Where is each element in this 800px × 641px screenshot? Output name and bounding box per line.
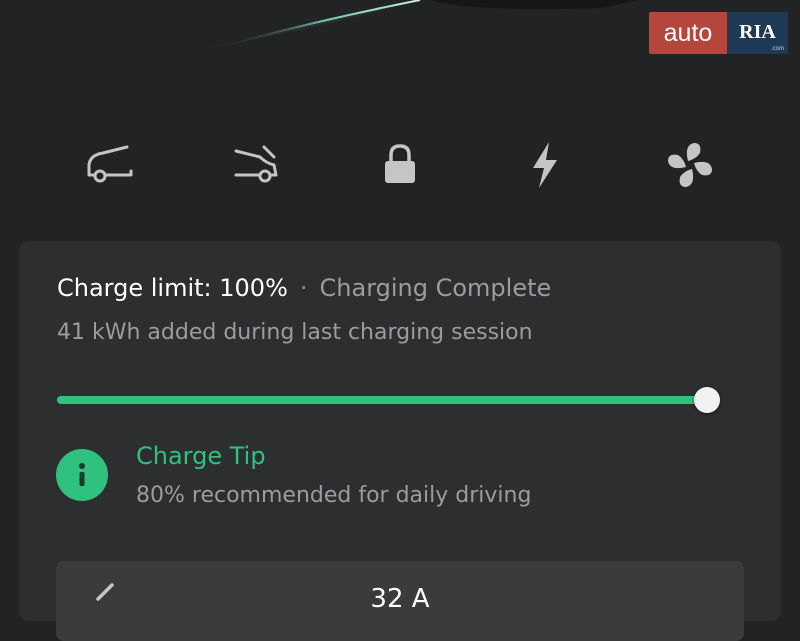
open-frunk-button[interactable] — [75, 130, 145, 200]
slider-thumb[interactable] — [694, 387, 720, 413]
watermark-ria-text: RIA — [739, 21, 776, 43]
slider-track — [57, 396, 707, 404]
vehicle-image-area: auto RIA .com — [0, 0, 800, 60]
charge-tip-title: Charge Tip — [136, 442, 266, 470]
charge-limit-slider[interactable] — [57, 387, 720, 413]
charge-current-control: 32 A — [56, 561, 744, 641]
open-trunk-button[interactable] — [220, 130, 290, 200]
charging-status: Charging Complete — [319, 274, 552, 302]
lock-button[interactable] — [365, 130, 435, 200]
quick-controls-row — [0, 130, 800, 200]
watermark-auto-text: auto — [649, 12, 727, 54]
watermark-com-text: .com — [770, 46, 784, 52]
trunk-open-icon — [234, 145, 278, 183]
fan-icon — [668, 143, 712, 187]
climate-fan-button[interactable] — [655, 130, 725, 200]
autoria-watermark: auto RIA .com — [649, 12, 788, 54]
charge-current-value: 32 A — [370, 584, 430, 614]
charge-summary: Charge limit: 100% · Charging Complete — [57, 273, 551, 303]
watermark-ria-logo: RIA .com — [727, 12, 788, 54]
slider-fill — [57, 396, 707, 404]
frunk-open-icon — [87, 145, 133, 183]
charge-limit-label: Charge limit: 100% — [57, 274, 288, 302]
charge-tip-text: 80% recommended for daily driving — [136, 483, 532, 508]
charging-card: Charge limit: 100% · Charging Complete 41 … — [19, 241, 781, 641]
lock-icon — [385, 144, 415, 183]
charge-bolt-icon — [533, 142, 557, 188]
info-i-glyph — [79, 463, 85, 486]
separator-dot: · — [299, 274, 308, 302]
charge-port-button[interactable] — [510, 130, 580, 200]
session-energy-text: 41 kWh added during last charging sessio… — [57, 320, 533, 345]
info-icon — [56, 449, 108, 501]
